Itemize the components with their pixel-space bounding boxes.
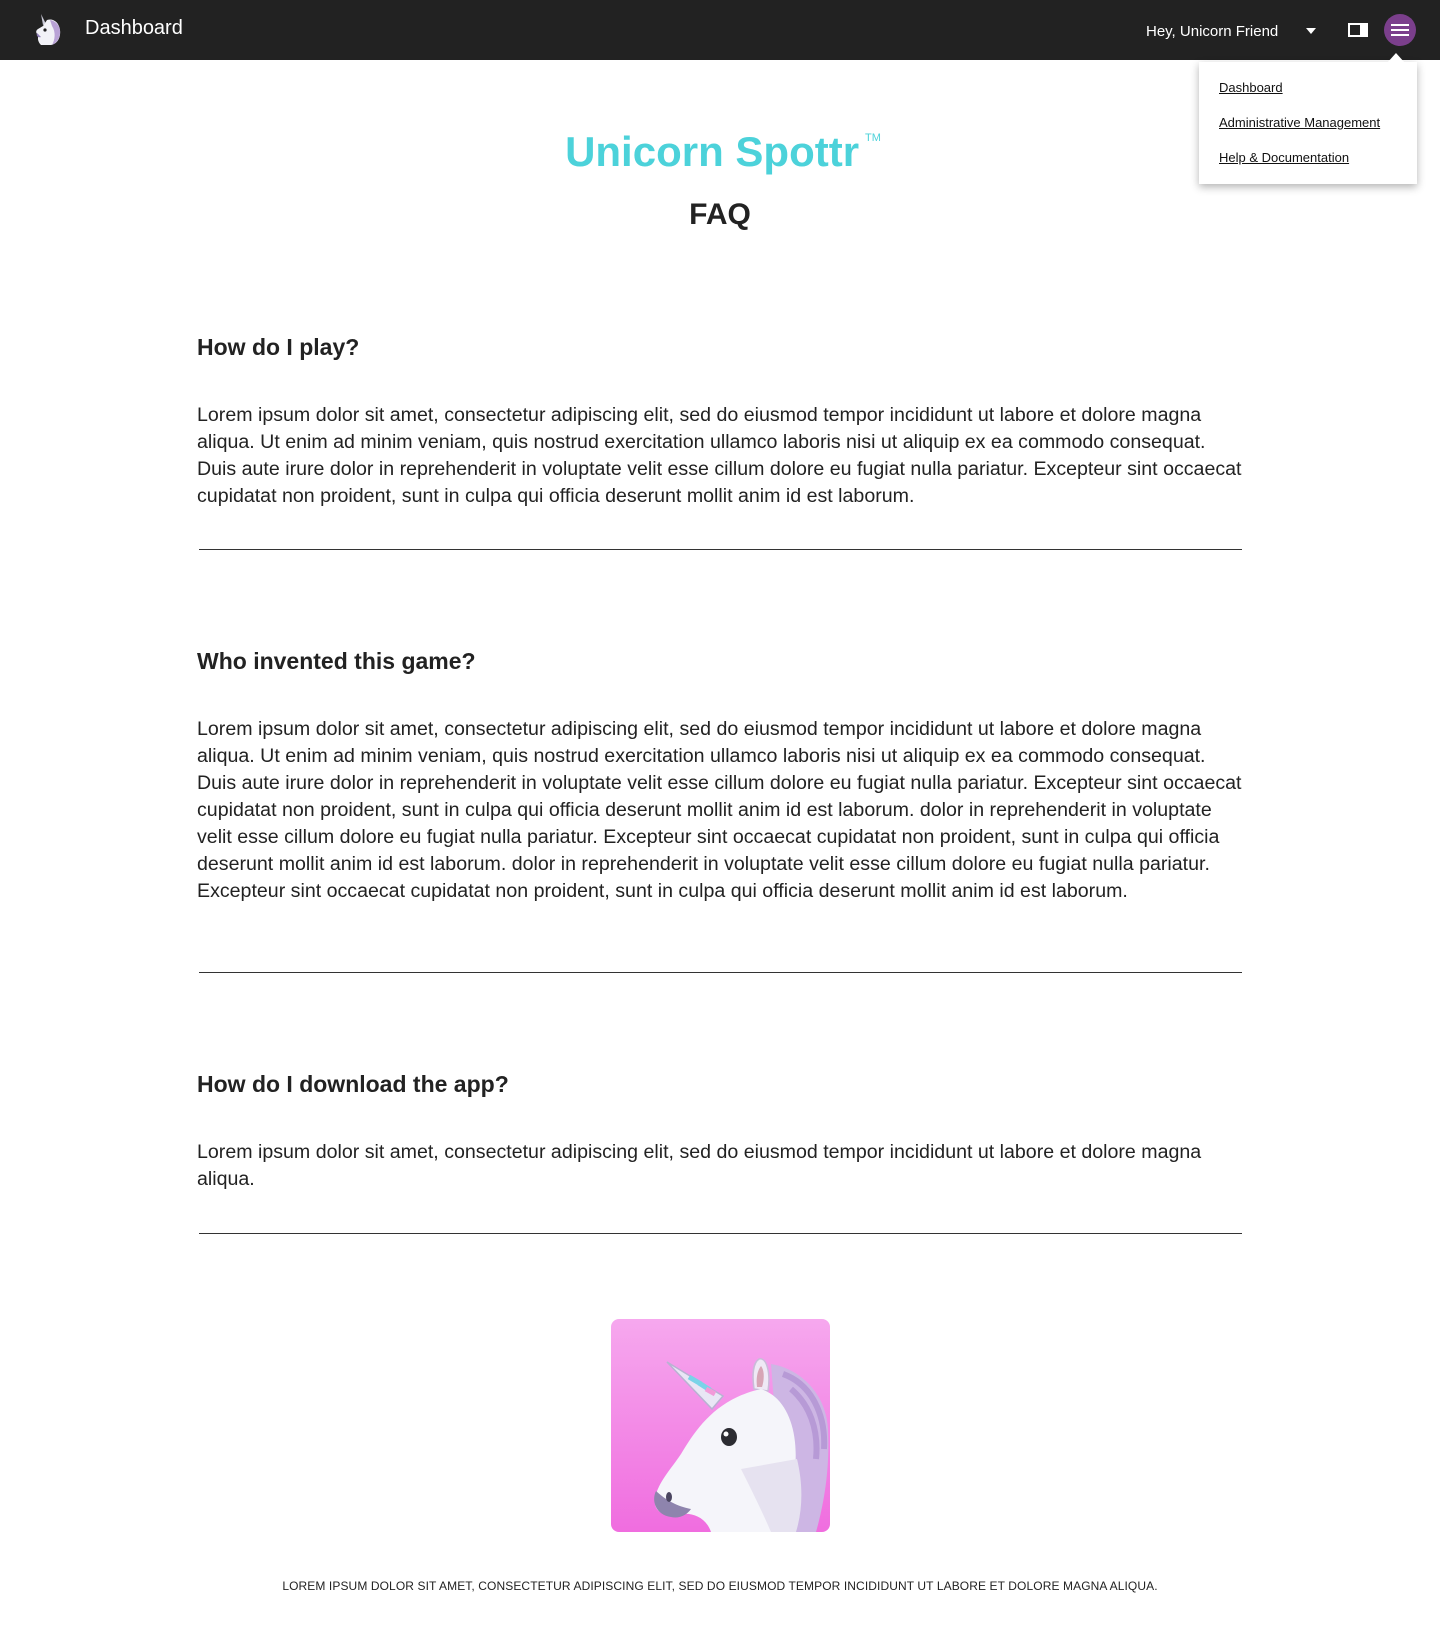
faq-question: How do I play? [197, 334, 360, 360]
faq-answer: Lorem ipsum dolor sit amet, consectetur … [197, 1141, 1202, 1190]
divider [199, 549, 1242, 550]
chevron-down-icon[interactable] [1306, 28, 1316, 34]
menu-item-dashboard[interactable]: Dashboard [1219, 80, 1283, 95]
top-navigation-bar: Dashboard Hey, Unicorn Friend [0, 0, 1440, 60]
window-toggle-icon[interactable] [1348, 23, 1368, 37]
faq-question: Who invented this game? [197, 648, 476, 674]
footer-text: LOREM IPSUM DOLOR SIT AMET, CONSECTETUR … [282, 1579, 1158, 1593]
divider [199, 1233, 1242, 1234]
hamburger-menu-icon [1391, 24, 1409, 36]
faq-item: How do I download the app? Lorem ipsum d… [197, 1071, 1242, 1190]
faq-answer: Lorem ipsum dolor sit amet, consectetur … [197, 404, 1242, 507]
brand-title: Unicorn Spottr TM [0, 128, 1440, 176]
faq-item: Who invented this game? Lorem ipsum dolo… [197, 648, 1242, 902]
page-title: FAQ [689, 198, 751, 231]
brand-name: Unicorn Spottr [565, 128, 860, 175]
unicorn-icon[interactable] [33, 12, 63, 46]
faq-answer: Lorem ipsum dolor sit amet, consectetur … [197, 718, 1242, 902]
user-greeting[interactable]: Hey, Unicorn Friend [1146, 23, 1278, 40]
faq-question: How do I download the app? [197, 1071, 509, 1097]
faq-item: How do I play? Lorem ipsum dolor sit ame… [197, 334, 1242, 507]
divider [199, 972, 1242, 973]
trademark: TM [865, 132, 881, 144]
unicorn-app-icon[interactable] [611, 1319, 830, 1532]
topbar-title[interactable]: Dashboard [85, 17, 183, 40]
hamburger-menu-button[interactable] [1384, 14, 1416, 46]
